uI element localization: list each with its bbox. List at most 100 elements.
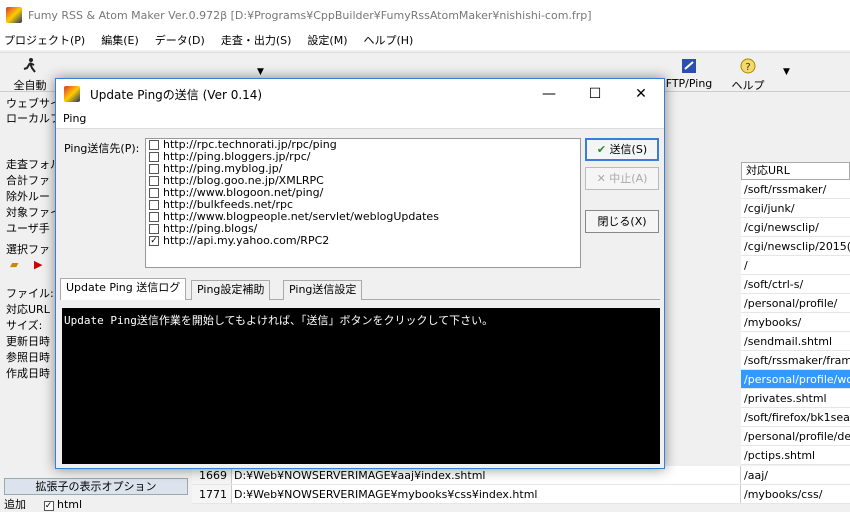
send-label: 送信(S) — [609, 143, 648, 156]
tab-ping-settings[interactable]: Ping送信設定 — [283, 280, 363, 300]
update-ping-dialog: Update Pingの送信 (Ver 0.14) — ☐ ✕ Ping Pin… — [55, 78, 665, 469]
log-message: Update Ping送信作業を開始してもよければ、「送信」ボタンをクリックして… — [64, 314, 494, 327]
list-item[interactable]: ✓ http://api.my.yahoo.com/RPC2 — [146, 235, 580, 247]
menu-help[interactable]: ヘルプ(H) — [363, 32, 413, 48]
close-button[interactable]: 閉じる(X) — [585, 210, 659, 233]
local-folder-label: ローカルフ — [6, 112, 61, 125]
scan-folder-label: 走査フォル — [6, 158, 61, 171]
url-row[interactable]: /soft/rssmaker/ — [741, 180, 850, 199]
tab-ping-assist[interactable]: Ping設定補助 — [191, 280, 271, 300]
stop-button[interactable]: ✕ 中止(A) — [585, 167, 659, 190]
ping-url: http://api.my.yahoo.com/RPC2 — [163, 234, 330, 247]
ping-checkbox[interactable] — [149, 176, 159, 186]
dialog-title: Update Pingの送信 (Ver 0.14) — [90, 87, 263, 102]
url-info-label: 対応URL — [6, 303, 50, 316]
main-menubar: プロジェクト(P) 編集(E) データ(D) 走査・出力(S) 設定(M) ヘル… — [0, 30, 850, 50]
file-info-label: ファイル: — [6, 287, 54, 300]
running-person-icon — [23, 58, 36, 73]
target-files-label: 対象ファイ — [6, 206, 61, 219]
extension-options-header: 拡張子の表示オプション — [4, 478, 188, 495]
selected-file-label: 選択ファ — [6, 243, 50, 256]
url-row[interactable]: /cgi/newsclip/ — [741, 218, 850, 237]
url-row[interactable]: /privates.shtml — [741, 389, 850, 408]
table-row[interactable]: 1771 D:¥Web¥NOWSERVERIMAGE¥mybooks¥css¥i… — [192, 485, 850, 504]
dialog-tabs: Update Ping 送信ログ Ping設定補助 Ping送信設定 — [60, 278, 660, 300]
close-icon[interactable]: ✕ — [618, 79, 664, 109]
menu-settings[interactable]: 設定(M) — [307, 32, 347, 48]
ping-targets-list[interactable]: http://rpc.technorati.jp/rpc/ping http:/… — [145, 138, 581, 268]
checkmark-icon: ✔ — [596, 143, 607, 156]
left-info-panel: ウェブサイ ローカルフ 走査フォル 合計ファ 除外ルー 対象ファイ ユーザ手 選… — [0, 92, 61, 510]
tab-send-log[interactable]: Update Ping 送信ログ — [60, 278, 187, 300]
dialog-titlebar: Update Pingの送信 (Ver 0.14) — ☐ ✕ — [56, 79, 664, 109]
file-arrow-icon[interactable]: ▶ — [34, 258, 42, 271]
maximize-icon[interactable]: ☐ — [572, 79, 618, 109]
website-label: ウェブサイ — [6, 97, 61, 110]
url-column-list: /soft/rssmaker/ /cgi/junk/ /cgi/newsclip… — [741, 180, 850, 465]
ping-checkbox[interactable] — [149, 152, 159, 162]
window-controls: — ☐ ✕ — [526, 79, 664, 109]
ftp-ping-button[interactable]: FTP/Ping — [655, 57, 723, 90]
menu-data[interactable]: データ(D) — [155, 32, 205, 48]
row-url: /mybooks/css/ — [744, 488, 823, 501]
url-row[interactable]: /mybooks/ — [741, 313, 850, 332]
main-title: Fumy RSS & Atom Maker Ver.0.972β [D:¥Pro… — [28, 8, 592, 22]
url-row[interactable]: /cgi/newsclip/2015( — [741, 237, 850, 256]
created-date-label: 作成日時 — [6, 367, 50, 380]
ping-targets-label: Ping送信先(P): — [64, 142, 140, 155]
modified-date-label: 更新日時 — [6, 335, 50, 348]
send-button[interactable]: ✔ 送信(S) — [585, 138, 659, 161]
help-icon: ? — [740, 58, 756, 74]
html-checkbox-label: html — [57, 498, 83, 511]
stop-label: 中止(A) — [609, 172, 648, 185]
url-row-selected[interactable]: /personal/profile/wo — [741, 370, 850, 389]
url-row[interactable]: /sendmail.shtml — [741, 332, 850, 351]
row-path: D:¥Web¥NOWSERVERIMAGE¥mybooks¥css¥index.… — [232, 485, 741, 503]
dialog-menu-ping[interactable]: Ping — [56, 109, 664, 129]
ping-checkbox[interactable] — [149, 164, 159, 174]
ftp-ping-label: FTP/Ping — [665, 77, 713, 90]
url-row[interactable]: /pctips.shtml — [741, 446, 850, 465]
ping-checkbox[interactable] — [149, 140, 159, 150]
bottom-file-rows: 1669 D:¥Web¥NOWSERVERIMAGE¥aaj¥index.sht… — [192, 466, 850, 504]
menu-scan-output[interactable]: 走査・出力(S) — [221, 32, 292, 48]
user-manual-label: ユーザ手 — [6, 222, 50, 235]
url-row[interactable]: /soft/firefox/bk1sea — [741, 408, 850, 427]
main-titlebar: Fumy RSS & Atom Maker Ver.0.972β [D:¥Pro… — [0, 0, 850, 30]
size-info-label: サイズ: — [6, 319, 43, 332]
row-number: 1771 — [192, 485, 232, 503]
menu-project[interactable]: プロジェクト(P) — [4, 32, 85, 48]
dialog-app-icon — [64, 86, 80, 102]
svg-text:?: ? — [745, 62, 750, 73]
ping-checkbox[interactable] — [149, 200, 159, 210]
ext-add-label: 追加 — [4, 498, 26, 511]
help-label: ヘルプ — [731, 79, 765, 92]
send-log-console: Update Ping送信作業を開始してもよければ、「送信」ボタンをクリックして… — [62, 308, 660, 464]
ping-checkbox[interactable] — [149, 224, 159, 234]
app-icon — [6, 7, 22, 23]
url-column-header[interactable]: 対応URL — [741, 162, 850, 180]
toolbar-overflow-chevron-icon[interactable]: ▼ — [783, 67, 790, 77]
total-files-label: 合計ファ — [6, 174, 50, 187]
all-auto-button[interactable]: 全自動 — [0, 57, 60, 93]
exclude-rules-label: 除外ルー — [6, 190, 50, 203]
row-url: /aaj/ — [744, 469, 768, 482]
menu-edit[interactable]: 編集(E) — [101, 32, 139, 48]
all-auto-label: 全自動 — [13, 79, 47, 92]
help-button[interactable]: ? ヘルプ — [718, 57, 778, 93]
url-row[interactable]: /personal/profile/ — [741, 294, 850, 313]
ping-checkbox[interactable] — [149, 212, 159, 222]
url-row[interactable]: /cgi/junk/ — [741, 199, 850, 218]
url-row[interactable]: /personal/profile/de — [741, 427, 850, 446]
accessed-date-label: 参照日時 — [6, 351, 50, 364]
minimize-icon[interactable]: — — [526, 79, 572, 109]
open-folder-icon[interactable]: ▰ — [10, 258, 18, 271]
url-row[interactable]: / — [741, 256, 850, 275]
ping-checkbox[interactable] — [149, 188, 159, 198]
save-dropdown-chevron-icon[interactable]: ▼ — [257, 67, 264, 77]
url-row[interactable]: /soft/rssmaker/fram — [741, 351, 850, 370]
stop-x-icon: ✕ — [596, 172, 606, 185]
close-label: 閉じる(X) — [597, 215, 647, 228]
url-row[interactable]: /soft/ctrl-s/ — [741, 275, 850, 294]
ping-checkbox-checked[interactable]: ✓ — [149, 236, 159, 246]
